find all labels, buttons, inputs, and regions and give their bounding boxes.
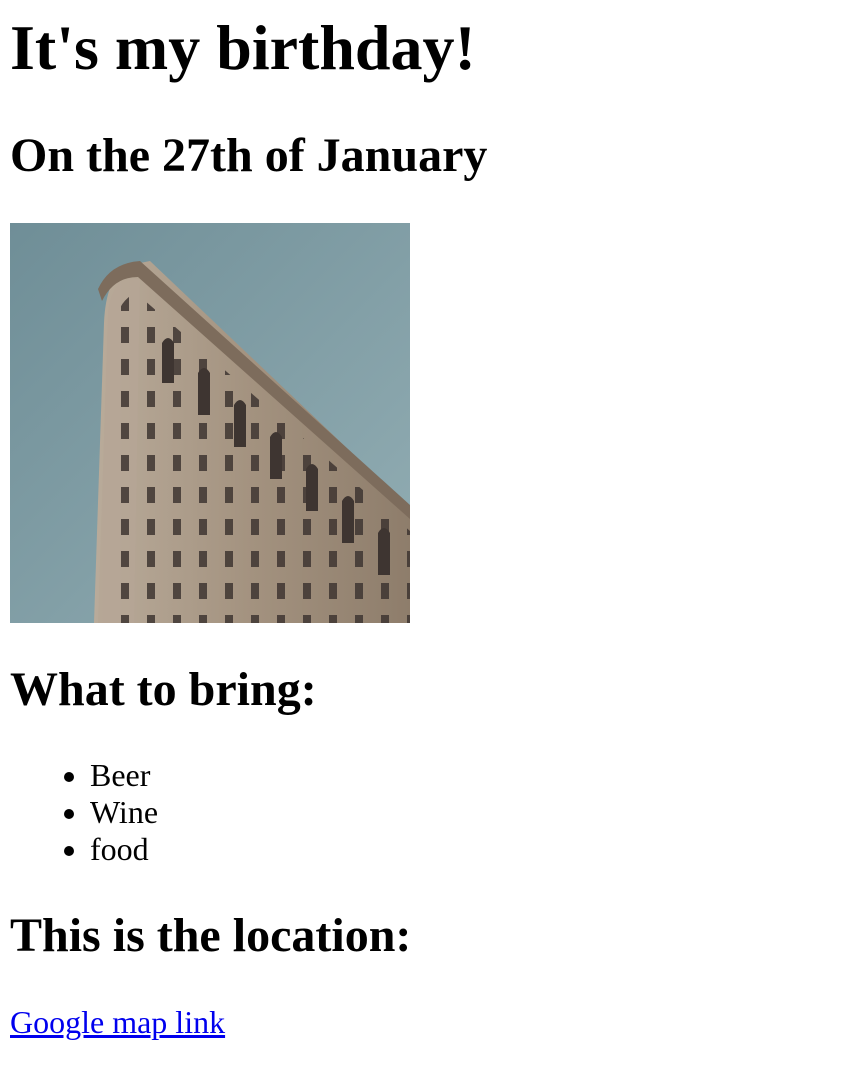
page-title: It's my birthday! [10, 12, 476, 83]
list-item: Beer [90, 757, 158, 794]
list-item: food [90, 831, 158, 868]
list-item: Wine [90, 794, 158, 831]
what-to-bring-heading: What to bring: [10, 663, 317, 716]
date-heading: On the 27th of January [10, 129, 488, 182]
location-heading: This is the location: [10, 909, 412, 962]
google-map-link[interactable]: Google map link [10, 1004, 225, 1041]
bring-list: Beer Wine food [10, 757, 158, 868]
building-photo [10, 223, 410, 623]
